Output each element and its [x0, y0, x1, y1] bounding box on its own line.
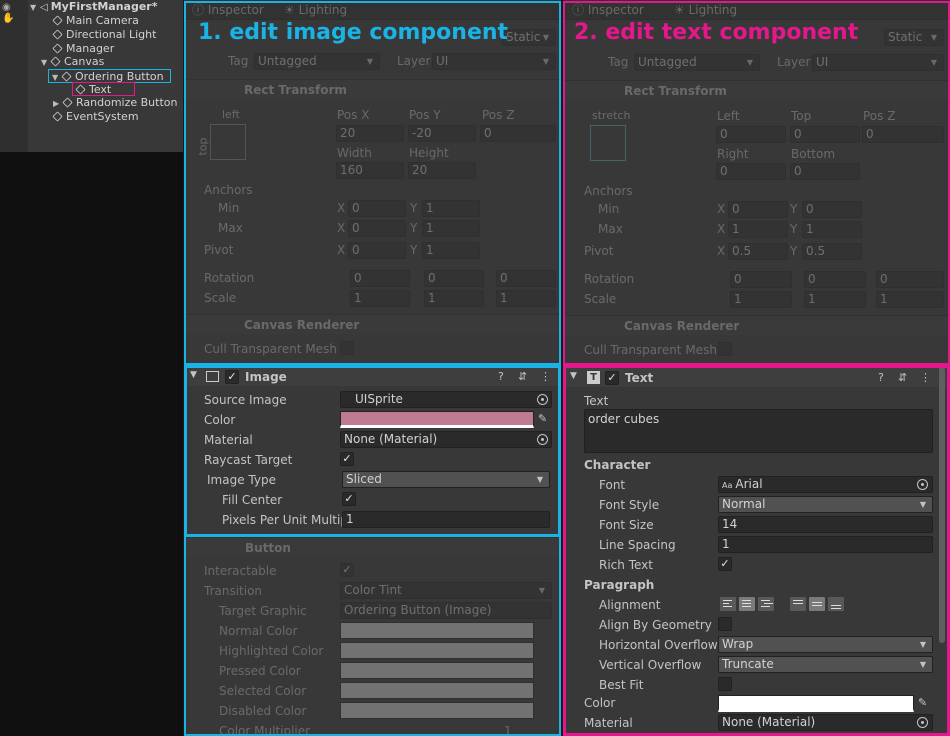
- item-label: Main Camera: [66, 14, 139, 27]
- expand-arrow-icon[interactable]: ▼: [52, 71, 62, 85]
- item-label: EventSystem: [66, 110, 139, 123]
- visibility-icon[interactable]: ◉ ✋: [2, 2, 24, 24]
- item-label: Canvas: [64, 55, 105, 68]
- highlight-box-image-top: [184, 1, 561, 365]
- gameobject-icon: [62, 97, 73, 108]
- item-label: Text: [89, 83, 112, 96]
- highlight-box-image-component: [184, 365, 561, 537]
- highlight-box-text-top: [563, 1, 950, 365]
- empty-area: [0, 152, 183, 736]
- hierarchy-item-ordering-button[interactable]: ▼ Ordering Button: [48, 69, 171, 83]
- gameobject-icon: [52, 111, 63, 122]
- gameobject-icon: [61, 71, 72, 82]
- hierarchy-item-manager[interactable]: Manager: [52, 42, 115, 56]
- hierarchy-panel: ◉ ✋ ▼ ◁ MyFirstManager* Main Camera Direct…: [0, 0, 183, 152]
- expand-arrow-icon[interactable]: ▶: [53, 97, 63, 111]
- gameobject-icon: [52, 15, 63, 26]
- item-label: Directional Light: [66, 28, 157, 41]
- hierarchy-item-directional-light[interactable]: Directional Light: [52, 28, 157, 42]
- gameobject-icon: [52, 43, 63, 54]
- gameobject-icon: [52, 29, 63, 40]
- expand-arrow-icon[interactable]: ▼: [41, 56, 51, 70]
- hierarchy-item-text[interactable]: Text: [72, 82, 135, 96]
- item-label: Manager: [66, 42, 115, 55]
- unity-scene-icon: ◁: [40, 2, 48, 13]
- highlight-box-text-component: [563, 365, 950, 736]
- hierarchy-item-main-camera[interactable]: Main Camera: [52, 14, 139, 28]
- hierarchy-item-eventsystem[interactable]: EventSystem: [52, 110, 139, 124]
- item-label: Randomize Button: [76, 96, 178, 109]
- annotation-label-right: 2. edit text component: [574, 20, 859, 45]
- gameobject-icon: [75, 84, 86, 95]
- scene-name: MyFirstManager*: [50, 0, 158, 13]
- highlight-box-image-bottom: [184, 537, 561, 736]
- gameobject-icon: [50, 56, 61, 67]
- scene-row[interactable]: ▼ ◁ MyFirstManager*: [30, 0, 157, 14]
- expand-arrow-icon[interactable]: ▼: [30, 1, 40, 15]
- hierarchy-item-randomize-button[interactable]: ▶ Randomize Button: [53, 96, 177, 110]
- hierarchy-item-canvas[interactable]: ▼ Canvas: [41, 55, 104, 69]
- annotation-label-left: 1. edit image component: [198, 20, 509, 45]
